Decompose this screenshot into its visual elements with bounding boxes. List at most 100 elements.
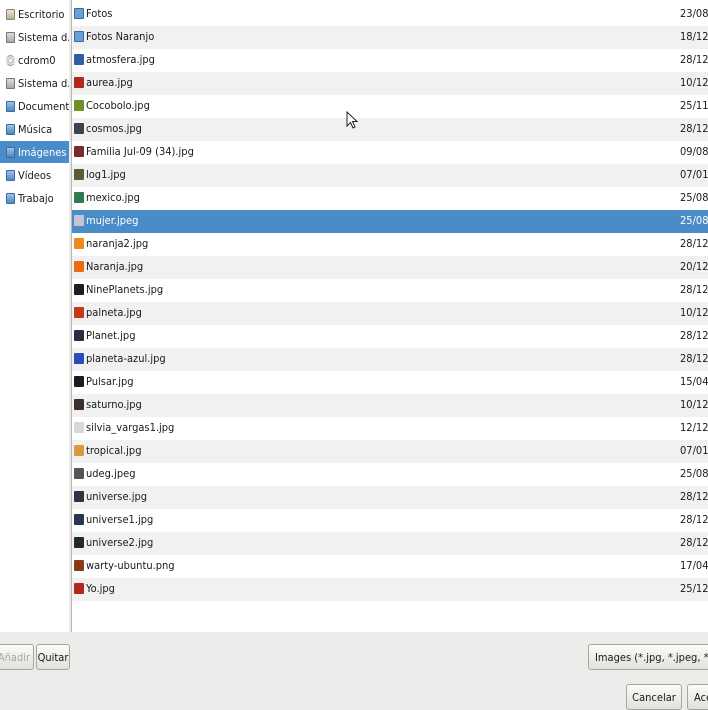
file-name: mexico.jpg <box>86 191 140 204</box>
file-row[interactable]: Planet.jpg 28/12/0 <box>72 325 708 348</box>
remove-bookmark-button[interactable]: Quitar <box>36 644 70 670</box>
file-row[interactable]: naranja2.jpg 28/12/0 <box>72 233 708 256</box>
file-date: 28/12/0 <box>680 536 708 549</box>
file-row[interactable]: universe2.jpg 28/12/0 <box>72 532 708 555</box>
file-row[interactable]: palneta.jpg 10/12/0 <box>72 302 708 325</box>
file-name: udeg.jpeg <box>86 467 136 480</box>
file-row[interactable]: Naranja.jpg 20/12/0 <box>72 256 708 279</box>
folder-icon <box>74 8 84 19</box>
file-name: Pulsar.jpg <box>86 375 134 388</box>
image-icon <box>74 422 84 433</box>
file-row[interactable]: silvia_vargas1.jpg 12/12/0 <box>72 417 708 440</box>
file-name: Cocobolo.jpg <box>86 99 150 112</box>
file-row[interactable]: Yo.jpg 25/12/0 <box>72 578 708 601</box>
sidebar-item-label: cdrom0 <box>18 53 56 67</box>
file-row[interactable]: tropical.jpg 07/01/0 <box>72 440 708 463</box>
file-row[interactable]: universe1.jpg 28/12/0 <box>72 509 708 532</box>
cdrom-icon <box>6 54 15 66</box>
image-icon <box>74 100 84 111</box>
file-row[interactable]: mujer.jpeg 25/08/0 <box>72 210 708 233</box>
folder-icon <box>6 100 15 112</box>
file-row[interactable]: NinePlanets.jpg 28/12/0 <box>72 279 708 302</box>
sidebar-item[interactable]: Imágenes <box>0 141 69 163</box>
image-icon <box>74 261 84 272</box>
sidebar-item[interactable]: Escritorio <box>0 3 69 25</box>
sidebar-item-label: Música <box>18 122 53 136</box>
image-icon <box>74 238 84 249</box>
file-name: silvia_vargas1.jpg <box>86 421 175 434</box>
file-row[interactable]: Familia Jul-09 (34).jpg 09/08/0 <box>72 141 708 164</box>
sidebar-item[interactable]: cdrom0 <box>0 49 69 71</box>
image-icon <box>74 330 84 341</box>
file-date: 28/12/0 <box>680 53 708 66</box>
folder-icon <box>6 192 15 204</box>
file-date: 23/08/1 <box>680 7 708 20</box>
places-sidebar: Escritorio Sistema d... cdrom0 Sistema d...… <box>0 0 69 632</box>
file-date: 25/12/0 <box>680 582 708 595</box>
file-type-filter[interactable]: Images (*.jpg, *.jpeg, *.gif, *.pr <box>588 644 708 670</box>
file-date: 07/01/0 <box>680 444 708 457</box>
file-name: atmosfera.jpg <box>86 53 155 66</box>
file-date: 18/12/0 <box>680 30 708 43</box>
file-date: 25/08/0 <box>680 214 708 227</box>
file-row[interactable]: Cocobolo.jpg 25/11/0 <box>72 95 708 118</box>
drive-icon <box>6 31 15 43</box>
image-icon <box>74 192 84 203</box>
file-date: 28/12/0 <box>680 122 708 135</box>
file-type-filter-value: Images (*.jpg, *.jpeg, *.gif, *.pr <box>595 650 708 664</box>
file-date: 10/12/0 <box>680 398 708 411</box>
file-row[interactable]: universe.jpg 28/12/0 <box>72 486 708 509</box>
sidebar-item-label: Sistema d... <box>18 30 69 44</box>
accept-button[interactable]: Ace <box>687 684 708 710</box>
file-row[interactable]: mexico.jpg 25/08/0 <box>72 187 708 210</box>
file-row[interactable]: udeg.jpeg 25/08/0 <box>72 463 708 486</box>
file-name: aurea.jpg <box>86 76 133 89</box>
image-icon <box>74 54 84 65</box>
sidebar-item-label: Documentos <box>18 99 69 113</box>
sidebar-item[interactable]: Vídeos <box>0 164 69 186</box>
file-row[interactable]: aurea.jpg 10/12/0 <box>72 72 708 95</box>
image-icon <box>74 353 84 364</box>
file-name: cosmos.jpg <box>86 122 142 135</box>
file-date: 28/12/0 <box>680 329 708 342</box>
image-icon <box>74 583 84 594</box>
file-row[interactable]: Fotos Naranjo 18/12/0 <box>72 26 708 49</box>
file-row[interactable]: Fotos 23/08/1 <box>72 3 708 26</box>
file-date: 10/12/0 <box>680 306 708 319</box>
sidebar-item[interactable]: Sistema d... <box>0 72 69 94</box>
file-date: 12/12/0 <box>680 421 708 434</box>
desktop-icon <box>6 8 15 20</box>
image-icon <box>74 399 84 410</box>
sidebar-item[interactable]: Trabajo <box>0 187 69 209</box>
file-date: 25/11/0 <box>680 99 708 112</box>
file-name: Fotos <box>86 7 113 20</box>
add-bookmark-label: Añadir <box>0 650 31 664</box>
file-row[interactable]: warty-ubuntu.png 17/04/0 <box>72 555 708 578</box>
file-row[interactable]: log1.jpg 07/01/0 <box>72 164 708 187</box>
file-date: 28/12/0 <box>680 490 708 503</box>
file-list[interactable]: Fotos 23/08/1 Fotos Naranjo 18/12/0 atmosfer… <box>71 0 708 632</box>
file-row[interactable]: cosmos.jpg 28/12/0 <box>72 118 708 141</box>
image-icon <box>74 491 84 502</box>
image-icon <box>74 123 84 134</box>
sidebar-item-label: Sistema d... <box>18 76 69 90</box>
sidebar-item[interactable]: Sistema d... <box>0 26 69 48</box>
file-row[interactable]: saturno.jpg 10/12/0 <box>72 394 708 417</box>
file-row[interactable]: Pulsar.jpg 15/04/0 <box>72 371 708 394</box>
add-bookmark-button[interactable]: Añadir <box>0 644 34 670</box>
folder-icon <box>74 31 84 42</box>
sidebar-item[interactable]: Documentos <box>0 95 69 117</box>
image-icon <box>74 77 84 88</box>
file-name: universe2.jpg <box>86 536 154 549</box>
cancel-button[interactable]: Cancelar <box>626 684 682 710</box>
file-name: tropical.jpg <box>86 444 142 457</box>
folder-icon <box>6 123 15 135</box>
file-date: 15/04/0 <box>680 375 708 388</box>
image-icon <box>74 307 84 318</box>
file-row[interactable]: planeta-azul.jpg 28/12/0 <box>72 348 708 371</box>
file-name: warty-ubuntu.png <box>86 559 175 572</box>
sidebar-item[interactable]: Música <box>0 118 69 140</box>
file-row[interactable]: atmosfera.jpg 28/12/0 <box>72 49 708 72</box>
image-icon <box>74 560 84 571</box>
remove-bookmark-label: Quitar <box>37 650 69 664</box>
